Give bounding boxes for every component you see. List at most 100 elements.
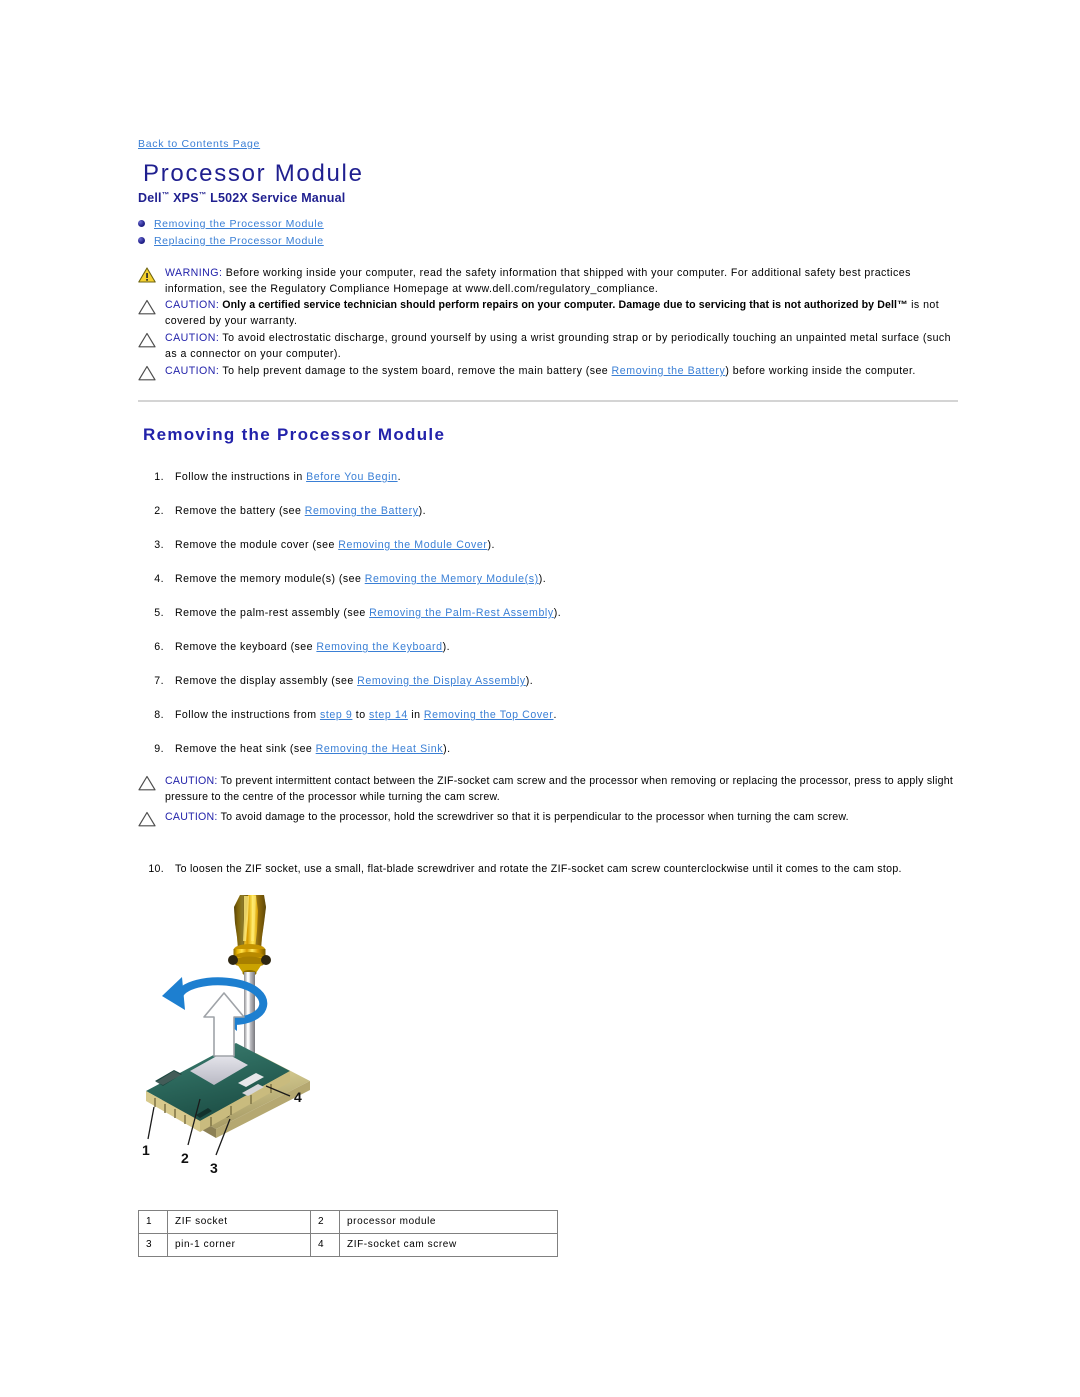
legend-index: 3: [138, 1233, 168, 1257]
caution-triangle-icon: [138, 364, 160, 386]
step-text: Remove the keyboard (see Removing the Ke…: [175, 640, 450, 655]
caution-label: CAUTION:: [165, 299, 220, 311]
caution-notice-battery: CAUTION: To help prevent damage to the s…: [138, 364, 958, 386]
page-subtitle: Dell™ XPS™ L502X Service Manual: [138, 190, 345, 205]
trademark-icon: ™: [161, 190, 170, 199]
removing-the-battery-link[interactable]: Removing the Battery: [612, 365, 726, 377]
legend-label: ZIF socket: [167, 1210, 311, 1234]
figure-legend-table: 1 ZIF socket 2 processor module 3 pin-1 …: [138, 1210, 558, 1257]
caution-triangle-icon: [138, 298, 160, 329]
caution-body: To avoid damage to the processor, hold t…: [217, 811, 849, 823]
step-text-after: ).: [487, 539, 495, 551]
step-text: Follow the instructions in Before You Be…: [175, 470, 401, 485]
list-item: 4. Remove the memory module(s) (see Remo…: [138, 572, 958, 587]
caution-text: CAUTION: To prevent intermittent contact…: [165, 774, 958, 805]
list-item: 7. Remove the display assembly (see Remo…: [138, 674, 958, 689]
callout-1: 1: [142, 1142, 150, 1158]
caution-body-bold: Only a certified service technician shou…: [219, 299, 908, 311]
step-number: 6.: [154, 641, 164, 653]
removing-the-palm-rest-assembly-link[interactable]: Removing the Palm-Rest Assembly: [369, 607, 554, 619]
step-14-link[interactable]: step 14: [369, 709, 408, 721]
step-text: Remove the battery (see Removing the Bat…: [175, 504, 426, 519]
section-heading: Removing the Processor Module: [143, 425, 446, 444]
legend-index: 2: [310, 1210, 340, 1234]
screwdriver-icon: [228, 895, 271, 976]
step-text-mid2: in: [407, 709, 424, 721]
list-item: 8. Follow the instructions from step 9 t…: [138, 708, 958, 723]
removing-the-top-cover-link[interactable]: Removing the Top Cover: [424, 709, 554, 721]
step-number: 7.: [154, 675, 164, 687]
caution-label: CAUTION:: [165, 811, 218, 823]
list-item: 9. Remove the heat sink (see Removing th…: [138, 742, 958, 757]
step-text: Remove the palm-rest assembly (see Remov…: [175, 606, 561, 621]
callout-4: 4: [294, 1089, 302, 1105]
removing-the-display-assembly-link[interactable]: Removing the Display Assembly: [357, 675, 526, 687]
list-item[interactable]: Removing the Processor Module: [138, 216, 538, 231]
before-you-begin-link[interactable]: Before You Begin: [306, 471, 397, 483]
processor-removal-illustration: 1 2 3 4: [138, 893, 478, 1188]
step-text-after: ).: [418, 505, 426, 517]
illustration-svg: 1 2 3 4: [142, 895, 310, 1176]
caution-notice-certified: CAUTION: Only a certified service techni…: [138, 298, 958, 329]
warning-label: WARNING:: [165, 267, 223, 279]
removing-the-battery-link[interactable]: Removing the Battery: [305, 505, 419, 517]
caution-triangle-icon: [138, 774, 160, 805]
removing-the-module-cover-link[interactable]: Removing the Module Cover: [338, 539, 487, 551]
list-item: 2. Remove the battery (see Removing the …: [138, 504, 958, 519]
caution-notice-screwdriver-angle: CAUTION: To avoid damage to the processo…: [138, 810, 958, 832]
step-number: 1.: [154, 471, 164, 483]
step-text-before: Remove the heat sink (see: [175, 743, 316, 755]
step-number: 5.: [154, 607, 164, 619]
subtitle-dell: Dell: [138, 191, 162, 206]
toc-link-removing[interactable]: Removing the Processor Module: [154, 218, 324, 230]
step-text: To loosen the ZIF socket, use a small, f…: [175, 863, 902, 875]
caution-label: CAUTION:: [165, 775, 218, 787]
caution-notice-esd: CAUTION: To avoid electrostatic discharg…: [138, 331, 958, 362]
procedure-steps: 1. Follow the instructions in Before You…: [138, 470, 958, 776]
caution-body-before: To help prevent damage to the system boa…: [219, 365, 612, 377]
step-text-after: ).: [525, 675, 534, 687]
legend-index: 1: [138, 1210, 168, 1234]
step-number: 4.: [154, 573, 164, 585]
step-text-after: .: [397, 471, 401, 483]
caution-triangle-icon: [138, 331, 160, 362]
callout-3: 3: [210, 1160, 218, 1176]
step-text-before: Remove the display assembly (see: [175, 675, 358, 687]
removing-the-heat-sink-link[interactable]: Removing the Heat Sink: [316, 743, 443, 755]
step-number: 10.: [148, 863, 164, 875]
caution-label: CAUTION:: [165, 332, 220, 344]
step-text-after: ).: [553, 607, 562, 619]
toc-link-replacing[interactable]: Replacing the Processor Module: [154, 235, 324, 247]
warning-triangle-icon: [138, 266, 160, 297]
step-text: Remove the module cover (see Removing th…: [175, 538, 495, 553]
page-title: Processor Module: [143, 160, 364, 187]
warning-notice: WARNING: Before working inside your comp…: [138, 266, 958, 297]
step-text-before: Remove the battery (see: [175, 505, 305, 517]
removing-the-keyboard-link[interactable]: Removing the Keyboard: [316, 641, 442, 653]
warning-body: Before working inside your computer, rea…: [165, 267, 911, 295]
bullet-icon: [138, 237, 145, 244]
step-text-before: Follow the instructions in: [175, 471, 307, 483]
list-item[interactable]: Replacing the Processor Module: [138, 233, 538, 248]
step-text: Remove the memory module(s) (see Removin…: [175, 572, 546, 587]
divider: [138, 400, 958, 402]
step-number: 2.: [154, 505, 164, 517]
step-text-before: Remove the palm-rest assembly (see: [175, 607, 370, 619]
caution-body: To prevent intermittent contact between …: [165, 775, 954, 803]
back-to-contents-link[interactable]: Back to Contents Page: [138, 138, 260, 150]
step-text: Remove the heat sink (see Removing the H…: [175, 742, 450, 757]
caution-notice-cam-screw-contact: CAUTION: To prevent intermittent contact…: [138, 774, 958, 805]
list-item: 1. Follow the instructions in Before You…: [138, 470, 958, 485]
step-text-before: Remove the keyboard (see: [175, 641, 317, 653]
caution-text: CAUTION: To avoid electrostatic discharg…: [165, 331, 958, 362]
step-text-after: ).: [538, 573, 547, 585]
step-text-before: Follow the instructions from: [175, 709, 320, 721]
step-number: 9.: [154, 743, 164, 755]
step-9-link[interactable]: step 9: [320, 709, 352, 721]
removing-the-memory-modules-link[interactable]: Removing the Memory Module(s): [365, 573, 539, 585]
trademark-icon: ™: [198, 190, 207, 199]
step-text-after: ).: [443, 743, 451, 755]
subtitle-xps: XPS: [173, 191, 199, 206]
list-item: 6. Remove the keyboard (see Removing the…: [138, 640, 958, 655]
caution-body-after: ) before working inside the computer.: [725, 365, 916, 377]
